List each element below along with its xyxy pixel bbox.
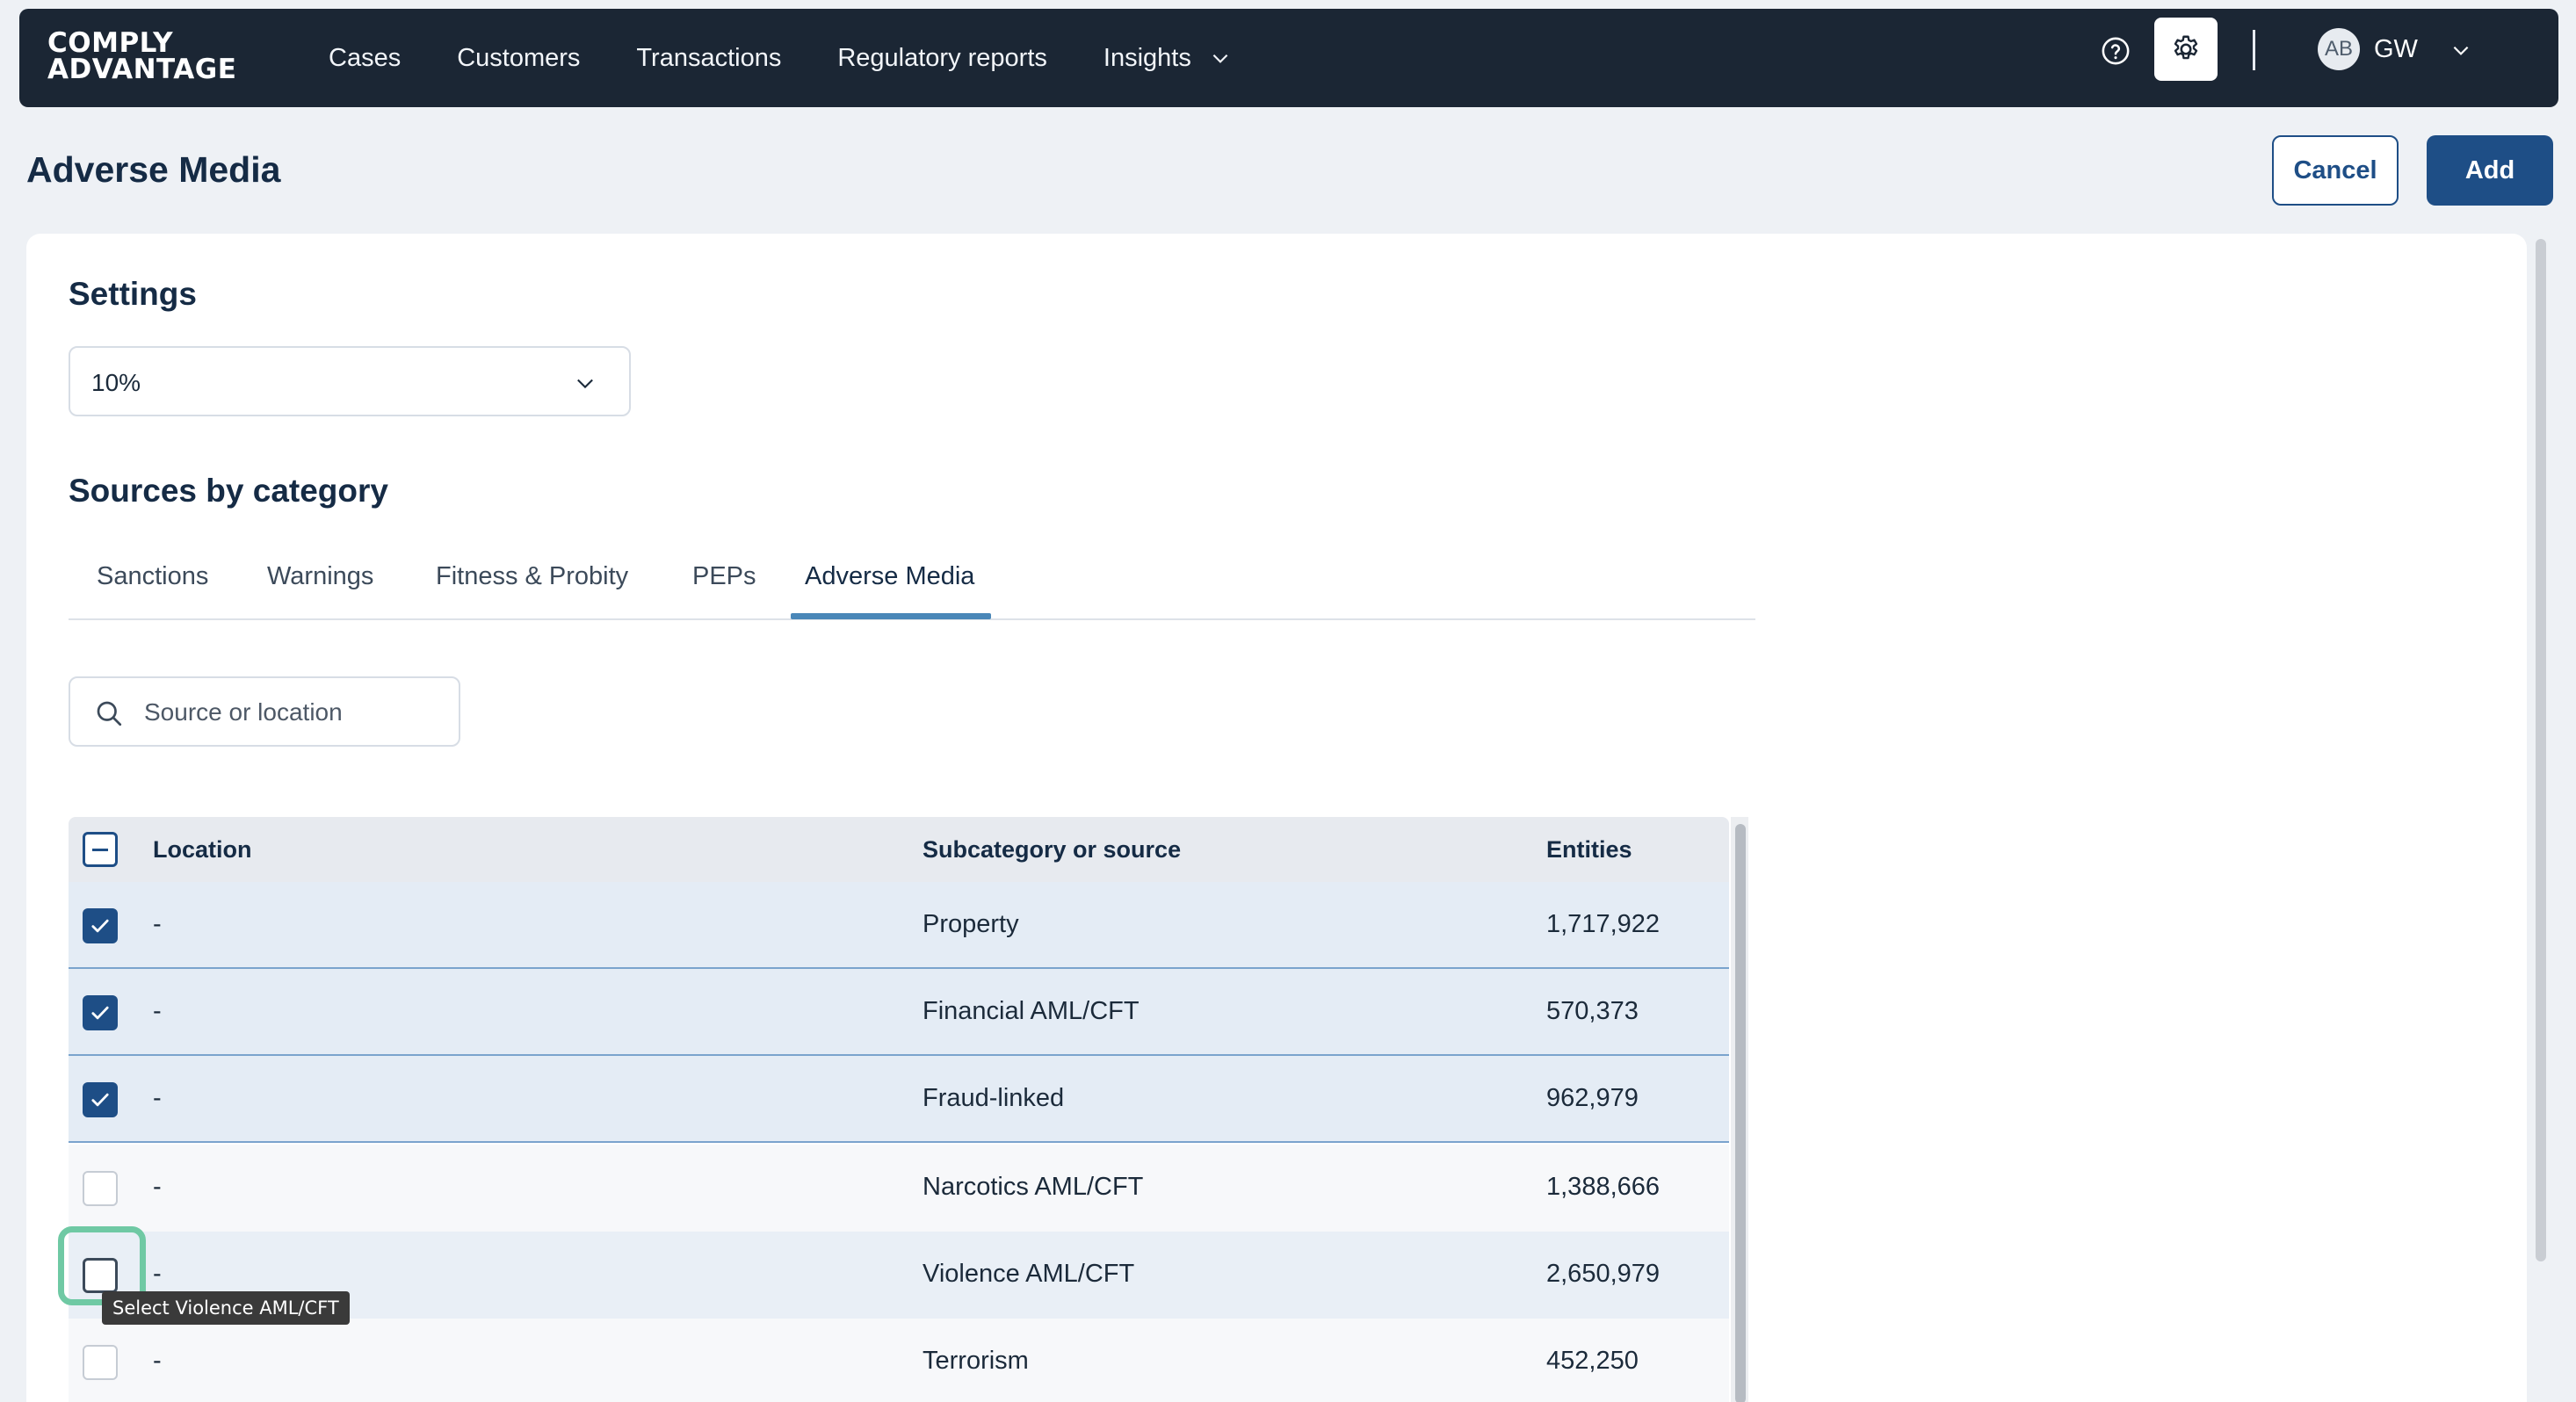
page-scrollbar[interactable] [2536,239,2546,1261]
cell-entities: 1,717,922 [1546,910,1661,938]
cell-entities: 452,250 [1546,1347,1639,1375]
cell-location: - [153,1260,162,1288]
cancel-button[interactable]: Cancel [2272,135,2399,206]
tab-fitness-probity[interactable]: Fitness & Probity [436,562,628,591]
threshold-select-value: 10% [91,369,141,396]
avatar[interactable]: AB [2318,28,2360,70]
cell-entities: 1,388,666 [1546,1173,1661,1201]
nav-label: Customers [457,43,581,72]
brand-logo[interactable]: COMPLY ADVANTAGE [47,30,236,83]
tab-warnings[interactable]: Warnings [267,562,373,591]
logo-line-1: COMPLY [47,27,174,59]
cell-entities: 570,373 [1546,997,1639,1025]
chevron-down-icon [1212,54,1228,63]
settings-heading: Settings [69,276,197,312]
cell-location: - [153,1084,162,1112]
active-tab-indicator [791,613,991,619]
nav-item-cases[interactable]: Cases [329,44,401,73]
checkbox-tooltip: Select Violence AML/CFT [102,1291,350,1325]
chevron-down-icon [577,379,593,389]
row-checkbox[interactable] [83,995,118,1030]
main-nav: Cases Customers Transactions Regulatory … [329,9,1288,107]
cell-location: - [153,997,162,1025]
nav-label: Cases [329,43,402,72]
cell-entities: 962,979 [1546,1084,1639,1112]
column-header-subcategory[interactable]: Subcategory or source [923,836,1181,864]
checkmark-icon [91,919,109,933]
category-tabs: Sanctions Warnings Fitness & Probity PEP… [69,555,1755,620]
table-scrollbar-thumb[interactable] [1735,824,1746,1402]
gear-icon [2174,35,2198,60]
source-search [69,676,460,747]
threshold-select[interactable]: 10% [69,346,631,416]
settings-button[interactable] [2154,18,2218,81]
search-input[interactable] [144,692,443,733]
column-header-location[interactable]: Location [153,836,252,864]
table-row[interactable]: - Financial AML/CFT 570,373 [69,969,1729,1056]
page-title: Adverse Media [26,149,281,190]
user-name[interactable]: GW [2374,35,2418,64]
indeterminate-dash-icon [92,849,108,851]
nav-label: Transactions [636,43,782,72]
logo-line-2: ADVANTAGE [47,54,237,85]
row-checkbox[interactable] [83,1345,118,1380]
search-icon [97,701,122,726]
cell-subcategory: Fraud-linked [923,1084,1065,1112]
nav-label: Insights [1103,43,1191,72]
tab-peps[interactable]: PEPs [692,562,756,591]
table-row[interactable]: - Property 1,717,922 [69,882,1729,969]
table-row[interactable]: - Terrorism 452,250 [69,1319,1729,1402]
tab-adverse-media[interactable]: Adverse Media [805,562,974,591]
nav-item-regulatory-reports[interactable]: Regulatory reports [837,44,1047,73]
nav-item-transactions[interactable]: Transactions [636,44,781,73]
table-row[interactable]: - Narcotics AML/CFT 1,388,666 [69,1145,1729,1232]
row-checkbox[interactable] [83,1082,118,1117]
cell-subcategory: Financial AML/CFT [923,997,1140,1025]
column-header-entities[interactable]: Entities [1546,836,1632,864]
nav-divider [2253,30,2255,70]
chevron-down-icon[interactable] [2449,39,2472,61]
help-circle-icon[interactable] [2101,36,2131,66]
checkmark-icon [91,1093,109,1107]
table-header: Location Subcategory or source Entities [69,817,1729,882]
checkmark-icon [91,1006,109,1020]
cell-entities: 2,650,979 [1546,1260,1661,1288]
nav-item-customers[interactable]: Customers [457,44,580,73]
nav-item-insights[interactable]: Insights [1103,44,1232,73]
avatar-initials: AB [2324,37,2353,61]
cell-location: - [153,1173,162,1201]
cell-location: - [153,910,162,938]
table-row[interactable]: - Fraud-linked 962,979 [69,1056,1729,1143]
cell-subcategory: Narcotics AML/CFT [923,1173,1144,1201]
cell-subcategory: Terrorism [923,1347,1029,1375]
cell-subcategory: Property [923,910,1019,938]
row-checkbox[interactable] [83,1171,118,1206]
nav-label: Regulatory reports [837,43,1047,72]
add-button[interactable]: Add [2427,135,2553,206]
row-checkbox[interactable] [83,908,118,943]
cell-subcategory: Violence AML/CFT [923,1260,1135,1288]
select-all-checkbox[interactable] [83,832,118,867]
cell-location: - [153,1347,162,1375]
tab-sanctions[interactable]: Sanctions [97,562,208,591]
sources-heading: Sources by category [69,473,388,509]
